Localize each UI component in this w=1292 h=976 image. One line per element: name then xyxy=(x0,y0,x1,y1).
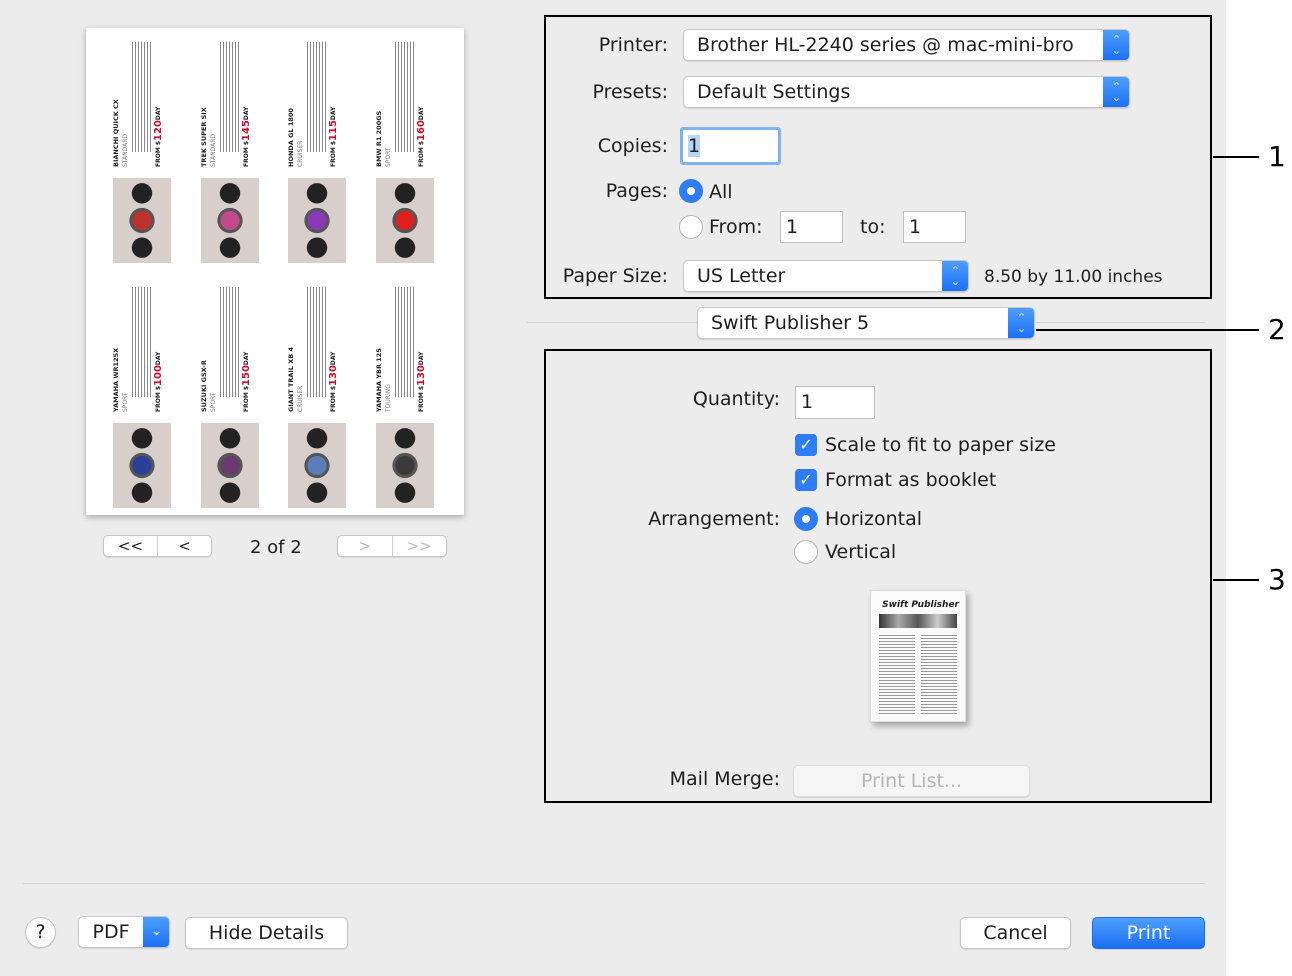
section-divider-left xyxy=(527,322,697,323)
preview-card-body xyxy=(131,42,153,152)
callout-line-3 xyxy=(1213,579,1259,581)
page-nav-forward-group: > >> xyxy=(337,535,447,557)
preview-card-photo xyxy=(376,178,434,263)
callout-line-1 xyxy=(1213,156,1259,158)
preview-card-text: BIANCHI QUICK CX STANDARD FROM $120DAY xyxy=(112,42,175,167)
preview-card-category: CRUISER xyxy=(297,140,304,167)
preview-card-body xyxy=(131,287,153,397)
preview-card: HONDA GL 1800 CRUISER FROM $115DAY xyxy=(287,42,350,263)
footer-divider xyxy=(23,883,1205,884)
preview-card: TREK SUPER SIX STANDARD FROM $145DAY xyxy=(200,42,263,263)
preview-card-category: SPORT xyxy=(122,392,129,412)
preview-card-price: FROM $160DAY xyxy=(416,106,427,167)
first-page-button[interactable]: << xyxy=(104,536,158,556)
print-preview-page: BIANCHI QUICK CX STANDARD FROM $120DAY TREK… xyxy=(86,28,464,515)
pdf-label: PDF xyxy=(92,921,130,943)
preview-card-body xyxy=(306,287,328,397)
preview-card: YAMAHA YBR 125 TOURING FROM $130DAY xyxy=(375,287,438,508)
preview-card-body xyxy=(219,287,241,397)
preview-card-price: FROM $130DAY xyxy=(416,351,427,412)
callout-number-1: 1 xyxy=(1268,140,1286,173)
preview-card-text: BMW R1 200GS SPORT FROM $160DAY xyxy=(375,42,438,167)
preview-card-photo xyxy=(288,178,346,263)
preview-card-title: BMW R1 200GS xyxy=(375,110,383,167)
preview-card-photo xyxy=(376,423,434,508)
preview-card-price: FROM $115DAY xyxy=(328,106,339,167)
previous-page-button[interactable]: < xyxy=(158,536,211,556)
next-page-button[interactable]: > xyxy=(338,536,393,556)
preview-card-category: CRUISER xyxy=(297,385,304,412)
print-button[interactable]: Print xyxy=(1092,917,1205,949)
preview-card-text: TREK SUPER SIX STANDARD FROM $145DAY xyxy=(200,42,263,167)
chevron-down-icon: ⌄ xyxy=(143,917,169,947)
callout-number-2: 2 xyxy=(1268,313,1286,346)
preview-card-category: STANDARD xyxy=(122,133,129,167)
help-button[interactable]: ? xyxy=(25,917,56,948)
preview-card-category: STANDARD xyxy=(210,133,217,167)
preview-card-price: FROM $145DAY xyxy=(241,106,252,167)
preview-card-body xyxy=(394,287,416,397)
preview-card-photo xyxy=(113,178,171,263)
section-popup[interactable]: Swift Publisher 5 ⌃ ⌄ xyxy=(697,307,1035,339)
preview-card-text: GIANT TRAIL XB 4 CRUISER FROM $130DAY xyxy=(287,287,350,412)
preview-card-category: SPORT xyxy=(210,392,217,412)
cancel-button[interactable]: Cancel xyxy=(960,917,1071,949)
preview-card-text: YAMAHA WR125X SPORT FROM $100DAY xyxy=(112,287,175,412)
preview-card: BIANCHI QUICK CX STANDARD FROM $120DAY xyxy=(112,42,175,263)
preview-card-price: FROM $120DAY xyxy=(153,106,164,167)
last-page-button[interactable]: >> xyxy=(393,536,447,556)
section-divider-right xyxy=(1036,322,1205,323)
preview-card-photo xyxy=(288,423,346,508)
preview-card-title: BIANCHI QUICK CX xyxy=(112,99,120,167)
hide-details-button[interactable]: Hide Details xyxy=(185,917,348,949)
preview-card-body xyxy=(306,42,328,152)
callout-number-3: 3 xyxy=(1268,563,1286,596)
updown-chevron-icon: ⌃ ⌄ xyxy=(1008,308,1034,338)
page-indicator: 2 of 2 xyxy=(250,537,302,558)
preview-card-price: FROM $100DAY xyxy=(153,351,164,412)
preview-card-photo xyxy=(113,423,171,508)
preview-card-category: TOURING xyxy=(385,384,392,412)
preview-card-title: SUZUKI GSX-R xyxy=(200,360,208,412)
preview-card: YAMAHA WR125X SPORT FROM $100DAY xyxy=(112,287,175,508)
callout-line-2 xyxy=(1036,329,1259,331)
preview-card-body xyxy=(394,42,416,152)
preview-card: GIANT TRAIL XB 4 CRUISER FROM $130DAY xyxy=(287,287,350,508)
preview-card-photo xyxy=(201,423,259,508)
preview-card-body xyxy=(219,42,241,152)
preview-card: SUZUKI GSX-R SPORT FROM $150DAY xyxy=(200,287,263,508)
page-nav-back-group: << < xyxy=(103,535,212,557)
annotation-box-1 xyxy=(544,15,1212,299)
preview-card: BMW R1 200GS SPORT FROM $160DAY xyxy=(375,42,438,263)
preview-card-text: YAMAHA YBR 125 TOURING FROM $130DAY xyxy=(375,287,438,412)
preview-card-photo xyxy=(201,178,259,263)
preview-card-price: FROM $130DAY xyxy=(328,351,339,412)
annotation-box-3 xyxy=(544,349,1212,803)
preview-card-price: FROM $150DAY xyxy=(241,351,252,412)
pdf-menu-button[interactable]: PDF ⌄ xyxy=(78,916,170,948)
preview-card-text: HONDA GL 1800 CRUISER FROM $115DAY xyxy=(287,42,350,167)
section-popup-value: Swift Publisher 5 xyxy=(711,312,870,334)
preview-card-text: SUZUKI GSX-R SPORT FROM $150DAY xyxy=(200,287,263,412)
preview-card-title: HONDA GL 1800 xyxy=(287,108,295,167)
preview-card-title: YAMAHA WR125X xyxy=(112,347,120,412)
preview-card-title: YAMAHA YBR 125 xyxy=(375,348,383,412)
preview-card-category: SPORT xyxy=(385,147,392,167)
preview-card-title: GIANT TRAIL XB 4 xyxy=(287,347,295,412)
preview-card-title: TREK SUPER SIX xyxy=(200,107,208,167)
